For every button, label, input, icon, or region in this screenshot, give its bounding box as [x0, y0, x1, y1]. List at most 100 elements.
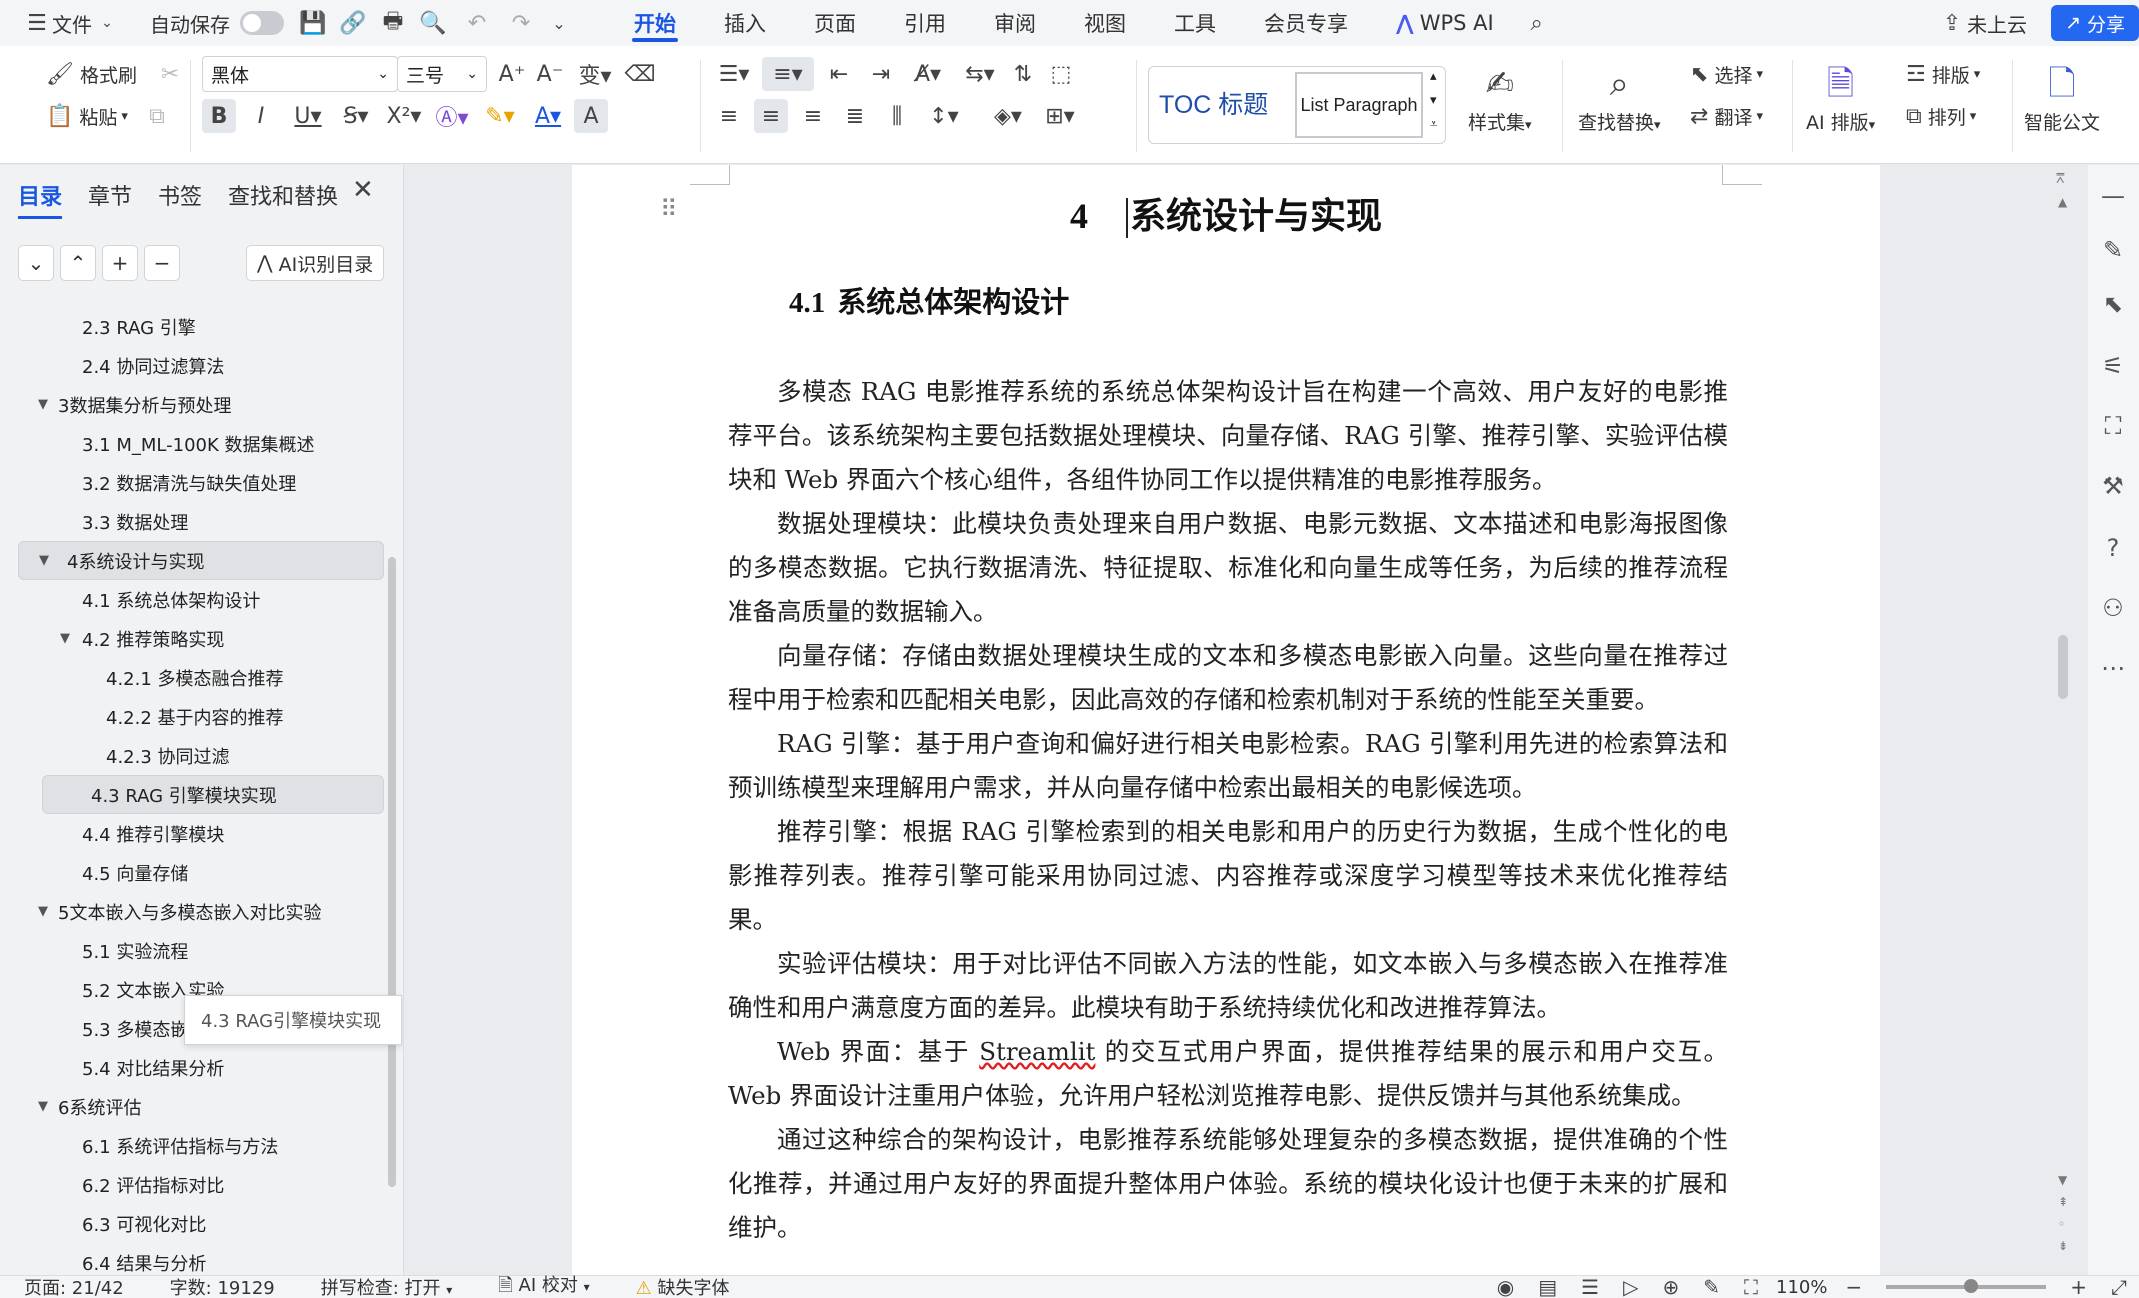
zoom-in-icon[interactable]: + — [2070, 1275, 2087, 1298]
layout-button[interactable]: ☲ 排版 ▾ — [1900, 56, 1986, 92]
toc-item[interactable]: 3.1 M_ML-100K 数据集概述 — [0, 424, 390, 463]
ai-toc-button[interactable]: ⋀ AI识别目录 — [246, 245, 385, 281]
ai-layout-button[interactable]: 🗎 AI 排版▾ — [1806, 60, 1875, 135]
scroll-top-icon[interactable]: ⩞ — [2056, 171, 2065, 187]
gallery-expand-icon[interactable]: ⩡ — [1430, 117, 1437, 132]
tab-home[interactable]: 开始 — [610, 0, 700, 46]
page-indicator[interactable]: 页面: 21/42 — [0, 1274, 146, 1298]
align-left-icon[interactable]: ≡ — [712, 99, 746, 133]
prev-page-icon[interactable]: ⇞ — [2058, 1195, 2068, 1209]
justify-icon[interactable]: ≣ — [838, 99, 872, 133]
spell-error-word[interactable]: Streamlit — [979, 1037, 1095, 1066]
toc-item[interactable]: 5.1 实验流程 — [0, 931, 390, 970]
toc-item[interactable]: 6.4 结果与分析 — [0, 1243, 390, 1275]
scroll-thumb[interactable] — [2058, 635, 2068, 699]
next-page-icon[interactable]: ⇟ — [2058, 1239, 2068, 1253]
expand-triangle-icon[interactable]: ▼ — [38, 904, 48, 919]
toc-item[interactable]: 6.3 可视化对比 — [0, 1204, 390, 1243]
line-break-icon[interactable]: ⇆▾ — [958, 57, 1002, 91]
paragraph-rag-engine[interactable]: RAG 引擎：基于用户查询和偏好进行相关电影检索。RAG 引擎利用先进的检索算法… — [728, 722, 1728, 810]
gallery-scroll-down-icon[interactable]: ▾ — [1430, 93, 1437, 108]
align-right-icon[interactable]: ≡ — [796, 99, 830, 133]
nav-tab-sections[interactable]: 章节 — [88, 179, 132, 219]
select-browse-icon[interactable]: ◦ — [2058, 1217, 2065, 1231]
smart-doc-button[interactable]: 🗋 智能公文 — [2024, 60, 2100, 135]
zoom-slider[interactable] — [1886, 1279, 2047, 1293]
font-size-select[interactable]: 三号 ⌄ — [397, 56, 487, 92]
add-heading-icon[interactable]: + — [102, 245, 138, 281]
minimize-panel-icon[interactable]: — — [2096, 179, 2130, 213]
text-effect-button[interactable]: Ⓐ▾ — [430, 99, 474, 133]
gallery-scroll-up-icon[interactable]: ▴ — [1430, 69, 1437, 84]
document-page[interactable]: ⠿ 4 系统设计与实现 4.1 系统总体架构设计 多模态 RAG 电影推荐系统的系统… — [572, 165, 1880, 1275]
style-set-button[interactable]: ✍ 样式集▾ — [1468, 60, 1532, 135]
write-mode-icon[interactable]: ✎ — [1703, 1275, 1720, 1298]
play-icon[interactable]: ▷ — [1623, 1275, 1638, 1298]
toc-item[interactable]: 4.2.1 多模态融合推荐 — [0, 658, 390, 697]
share-button[interactable]: ↗ 分享 — [2051, 5, 2139, 41]
toc-item[interactable]: 2.4 协同过滤算法 — [0, 346, 390, 385]
outline-view-icon[interactable]: ☰ — [1581, 1275, 1599, 1298]
italic-button[interactable]: I — [244, 99, 278, 133]
tab-wps-ai[interactable]: ⋀ WPS AI — [1372, 0, 1518, 46]
toc-item[interactable]: 3.3 数据处理 — [0, 502, 390, 541]
clear-format-icon[interactable]: ⌫ — [623, 57, 657, 91]
paragraph-summary[interactable]: 通过这种综合的架构设计，电影推荐系统能够处理复杂的多模态数据，提供准确的个性化推… — [728, 1118, 1728, 1250]
increase-indent-icon[interactable]: ⇥ — [864, 57, 898, 91]
pen-icon[interactable]: ✎ — [2096, 233, 2130, 267]
bullet-list-icon[interactable]: ☰▾ — [712, 57, 756, 91]
toc-item[interactable]: 4.5 向量存储 — [0, 853, 390, 892]
toc-item[interactable]: 4.4 推荐引擎模块 — [0, 814, 390, 853]
format-painter-button[interactable]: 🖌 格式刷 — [40, 56, 143, 92]
numbered-list-icon[interactable]: ≡▾ — [762, 57, 814, 91]
toc-item[interactable]: 4.2.3 协同过滤 — [0, 736, 390, 775]
text-direction-icon[interactable]: A̸▾ — [906, 57, 950, 91]
underline-button[interactable]: U▾ — [286, 99, 330, 133]
toc-item[interactable]: ▼ 4.2 推荐策略实现 — [0, 619, 390, 658]
web-view-icon[interactable]: ⊕ — [1662, 1275, 1679, 1298]
eye-icon[interactable]: ◉ — [1497, 1275, 1514, 1298]
strikethrough-button[interactable]: Ꞩ▾ — [334, 99, 378, 133]
chapter-heading[interactable]: 4 系统设计与实现 — [572, 187, 1880, 239]
highlight-button[interactable]: ✎▾ — [478, 99, 522, 133]
tab-review[interactable]: 审阅 — [970, 0, 1060, 46]
zoom-out-icon[interactable]: − — [1845, 1275, 1862, 1298]
collapse-up-icon[interactable]: ⌃ — [60, 245, 96, 281]
toc-item[interactable]: ▼ 6系统评估 — [0, 1087, 390, 1126]
image-edit-icon[interactable]: ⛶ — [2096, 409, 2130, 443]
font-name-select[interactable]: 黑体 ⌄ — [202, 56, 398, 92]
shading-icon[interactable]: ◈▾ — [986, 99, 1030, 133]
toc-item[interactable]: 4.1 系统总体架构设计 — [0, 580, 390, 619]
more-icon[interactable]: ⋯ — [2096, 651, 2130, 685]
pointer-icon[interactable]: ⬉ — [2096, 287, 2130, 321]
char-shading-button[interactable]: A — [574, 99, 608, 133]
line-spacing-icon[interactable]: ↕▾ — [922, 99, 966, 133]
toc-item[interactable]: 3.2 数据清洗与缺失值处理 — [0, 463, 390, 502]
copy-icon[interactable]: ⧉ — [140, 99, 174, 133]
zoom-level[interactable]: 110% — [1770, 1277, 1833, 1298]
style-toc-heading[interactable]: TOC 标题 — [1159, 85, 1268, 121]
document-scrollbar[interactable]: ⩞ ▲ ▼ ⇞ ◦ ⇟ — [2054, 165, 2076, 1275]
redo-icon[interactable]: ↷ — [506, 8, 536, 38]
paragraph-vector-store[interactable]: 向量存储：存储由数据处理模块生成的文本和多模态电影嵌入向量。这些向量在推荐过程中… — [728, 634, 1728, 722]
file-menu[interactable]: ☰ 文件 ⌄ — [0, 0, 136, 46]
word-count[interactable]: 字数: 19129 — [146, 1274, 297, 1298]
toc-item[interactable]: 6.2 评估指标对比 — [0, 1165, 390, 1204]
scroll-up-icon[interactable]: ▲ — [2058, 195, 2067, 209]
sliders-icon[interactable]: ⚟ — [2096, 349, 2130, 383]
phonetic-guide-icon[interactable]: 变▾ — [571, 57, 619, 91]
expand-triangle-icon[interactable]: ▼ — [60, 631, 70, 646]
ai-check-button[interactable]: 🗎 AI 校对 ▾ — [474, 1271, 611, 1298]
document-body[interactable]: 多模态 RAG 电影推荐系统的系统总体架构设计旨在构建一个高效、用户友好的电影推… — [728, 370, 1728, 1250]
link-icon[interactable]: 🔗 — [338, 8, 368, 38]
grow-font-icon[interactable]: A⁺ — [495, 57, 529, 91]
tools-icon[interactable]: ⚒ — [2096, 469, 2130, 503]
bold-button[interactable]: B — [202, 99, 236, 133]
section-heading[interactable]: 4.1 系统总体架构设计 — [789, 279, 1069, 321]
fit-page-icon[interactable]: ⛶ — [1744, 1275, 1758, 1298]
tab-insert[interactable]: 插入 — [700, 0, 790, 46]
tab-reference[interactable]: 引用 — [880, 0, 970, 46]
nav-tab-find-replace[interactable]: 查找和替换 — [228, 179, 338, 219]
tab-tools[interactable]: 工具 — [1150, 0, 1240, 46]
shrink-font-icon[interactable]: A⁻ — [533, 57, 567, 91]
